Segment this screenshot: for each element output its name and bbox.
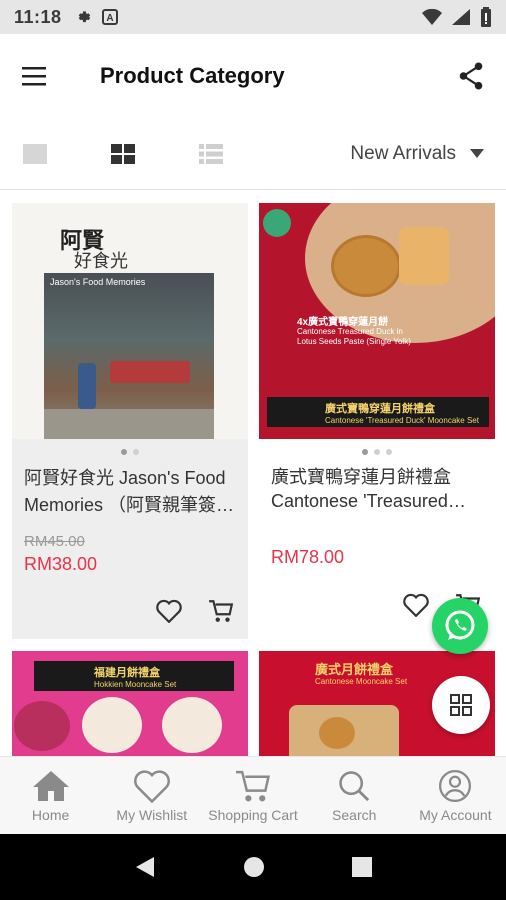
- set-title-en: Cantonese 'Treasured Duck' Mooncake Set: [325, 415, 479, 425]
- cart-icon: [236, 770, 270, 801]
- wifi-icon: [422, 9, 442, 25]
- red-chairs: [110, 361, 190, 383]
- nav-label: Search: [332, 806, 377, 823]
- mooncake: [319, 717, 355, 749]
- svg-text:A: A: [106, 13, 113, 24]
- home-icon: [32, 770, 69, 801]
- product-name[interactable]: 阿賢好食光 Jason's Food Memories （阿賢親筆簽…: [12, 465, 248, 519]
- mooncake: [331, 235, 401, 297]
- set-title-cn: 廣式寶鴨穿蓮月餅禮盒: [325, 402, 435, 415]
- product-image[interactable]: 福建月餅禮盒 Hokkien Mooncake Set: [12, 651, 248, 756]
- nav-label: My Wishlist: [116, 806, 188, 823]
- product-price: RM38.00: [24, 554, 98, 574]
- whatsapp-icon: [445, 610, 475, 640]
- nav-cart[interactable]: Shopping Cart: [202, 757, 303, 834]
- list-view-button[interactable]: [198, 143, 224, 165]
- pager-dot: [362, 449, 368, 455]
- sort-dropdown[interactable]: New Arrivals: [350, 143, 484, 165]
- grid-view-icon: [111, 143, 135, 164]
- single-view-button[interactable]: [22, 143, 48, 165]
- caret-down-icon: [470, 149, 484, 158]
- set-title-cn: 福建月餅禮盒: [94, 666, 160, 679]
- heart-icon: [133, 769, 170, 803]
- mooncake: [14, 701, 70, 751]
- pager-dot: [133, 449, 139, 455]
- page-title: Product Category: [100, 63, 285, 88]
- mooncake: [82, 697, 142, 753]
- bottom-nav: Home My Wishlist Shopping Cart Search My…: [0, 756, 506, 834]
- product-card[interactable]: 4x廣式寶鴨穿蓮月餅 Cantonese Treasured Duck in L…: [259, 203, 495, 639]
- grid-view-button[interactable]: [110, 143, 136, 165]
- product-card[interactable]: 阿賢 好食光 Jason's Food Memories 阿賢好食光 Jason…: [12, 203, 248, 639]
- photo-floor: [44, 409, 214, 439]
- book-photo: Jason's Food Memories: [44, 273, 214, 439]
- book-subtitle-art: 好食光: [74, 251, 128, 272]
- nav-search[interactable]: Search: [304, 757, 405, 834]
- product-name[interactable]: 廣式寶鴨穿蓮月餅禮盒 Cantonese 'Treasured Duc…: [259, 465, 495, 513]
- nav-label: Shopping Cart: [208, 806, 298, 823]
- gear-icon: [78, 11, 90, 23]
- whatsapp-button[interactable]: [432, 598, 488, 654]
- set-title-cn: 廣式月餅禮盒: [315, 662, 394, 677]
- nav-wishlist[interactable]: My Wishlist: [101, 757, 202, 834]
- system-nav-bar: [0, 834, 506, 900]
- a-icon: A: [101, 9, 118, 25]
- card-actions: [156, 599, 234, 623]
- heart-icon[interactable]: [156, 599, 182, 623]
- back-icon[interactable]: [134, 855, 156, 879]
- set-title-en: Hokkien Mooncake Set: [94, 679, 177, 689]
- product-price: RM78.00: [271, 547, 345, 567]
- image-pager: [12, 439, 248, 465]
- badge-logo: [263, 209, 291, 237]
- nav-home[interactable]: Home: [0, 757, 101, 834]
- recents-icon[interactable]: [352, 857, 373, 877]
- grid-icon: [450, 694, 472, 716]
- app-bar: Product Category: [0, 34, 506, 118]
- mooncake: [162, 697, 222, 753]
- list-view-icon: [199, 143, 223, 164]
- pager-dot: [121, 449, 127, 455]
- mooncake-desc: Cantonese Treasured Duck in Lotus Seeds …: [297, 327, 411, 346]
- set-banner: 廣式寶鴨穿蓮月餅禮盒 Cantonese 'Treasured Duck' Mo…: [267, 397, 489, 427]
- book-caption: Jason's Food Memories: [50, 277, 146, 287]
- nav-label: My Account: [419, 806, 492, 823]
- nav-account[interactable]: My Account: [405, 757, 506, 834]
- product-card[interactable]: 福建月餅禮盒 Hokkien Mooncake Set: [12, 651, 248, 756]
- menu-icon[interactable]: [22, 66, 48, 86]
- heart-icon[interactable]: [403, 593, 429, 617]
- share-icon[interactable]: [458, 62, 484, 90]
- pager-dot: [386, 449, 392, 455]
- single-view-icon: [23, 143, 47, 164]
- signal-icon: [452, 9, 470, 25]
- home-circle-icon[interactable]: [243, 856, 265, 878]
- status-bar: 11:18 A: [0, 0, 506, 34]
- categories-button[interactable]: [432, 676, 490, 734]
- product-old-price: RM45.00: [24, 533, 85, 550]
- sort-label: New Arrivals: [350, 142, 456, 164]
- account-icon: [439, 769, 472, 802]
- view-toolbar: New Arrivals: [0, 118, 506, 190]
- person-figure: [78, 363, 96, 409]
- mooncake-label: 4x廣式寶鴨穿蓮月餅: [297, 317, 389, 328]
- product-image[interactable]: 4x廣式寶鴨穿蓮月餅 Cantonese Treasured Duck in L…: [259, 203, 495, 439]
- battery-icon: [481, 7, 491, 27]
- set-banner: 福建月餅禮盒 Hokkien Mooncake Set: [34, 661, 234, 691]
- cart-icon[interactable]: [208, 599, 234, 623]
- nav-label: Home: [31, 806, 70, 823]
- set-title-en: Cantonese Mooncake Set: [315, 677, 408, 686]
- pager-dot: [374, 449, 380, 455]
- status-time: 11:18: [14, 6, 62, 27]
- product-image[interactable]: 阿賢 好食光 Jason's Food Memories: [12, 203, 248, 439]
- mooncake-slice: [399, 227, 449, 285]
- image-pager: [259, 439, 495, 465]
- search-icon: [339, 770, 370, 801]
- product-grid: 阿賢 好食光 Jason's Food Memories 阿賢好食光 Jason…: [0, 190, 506, 756]
